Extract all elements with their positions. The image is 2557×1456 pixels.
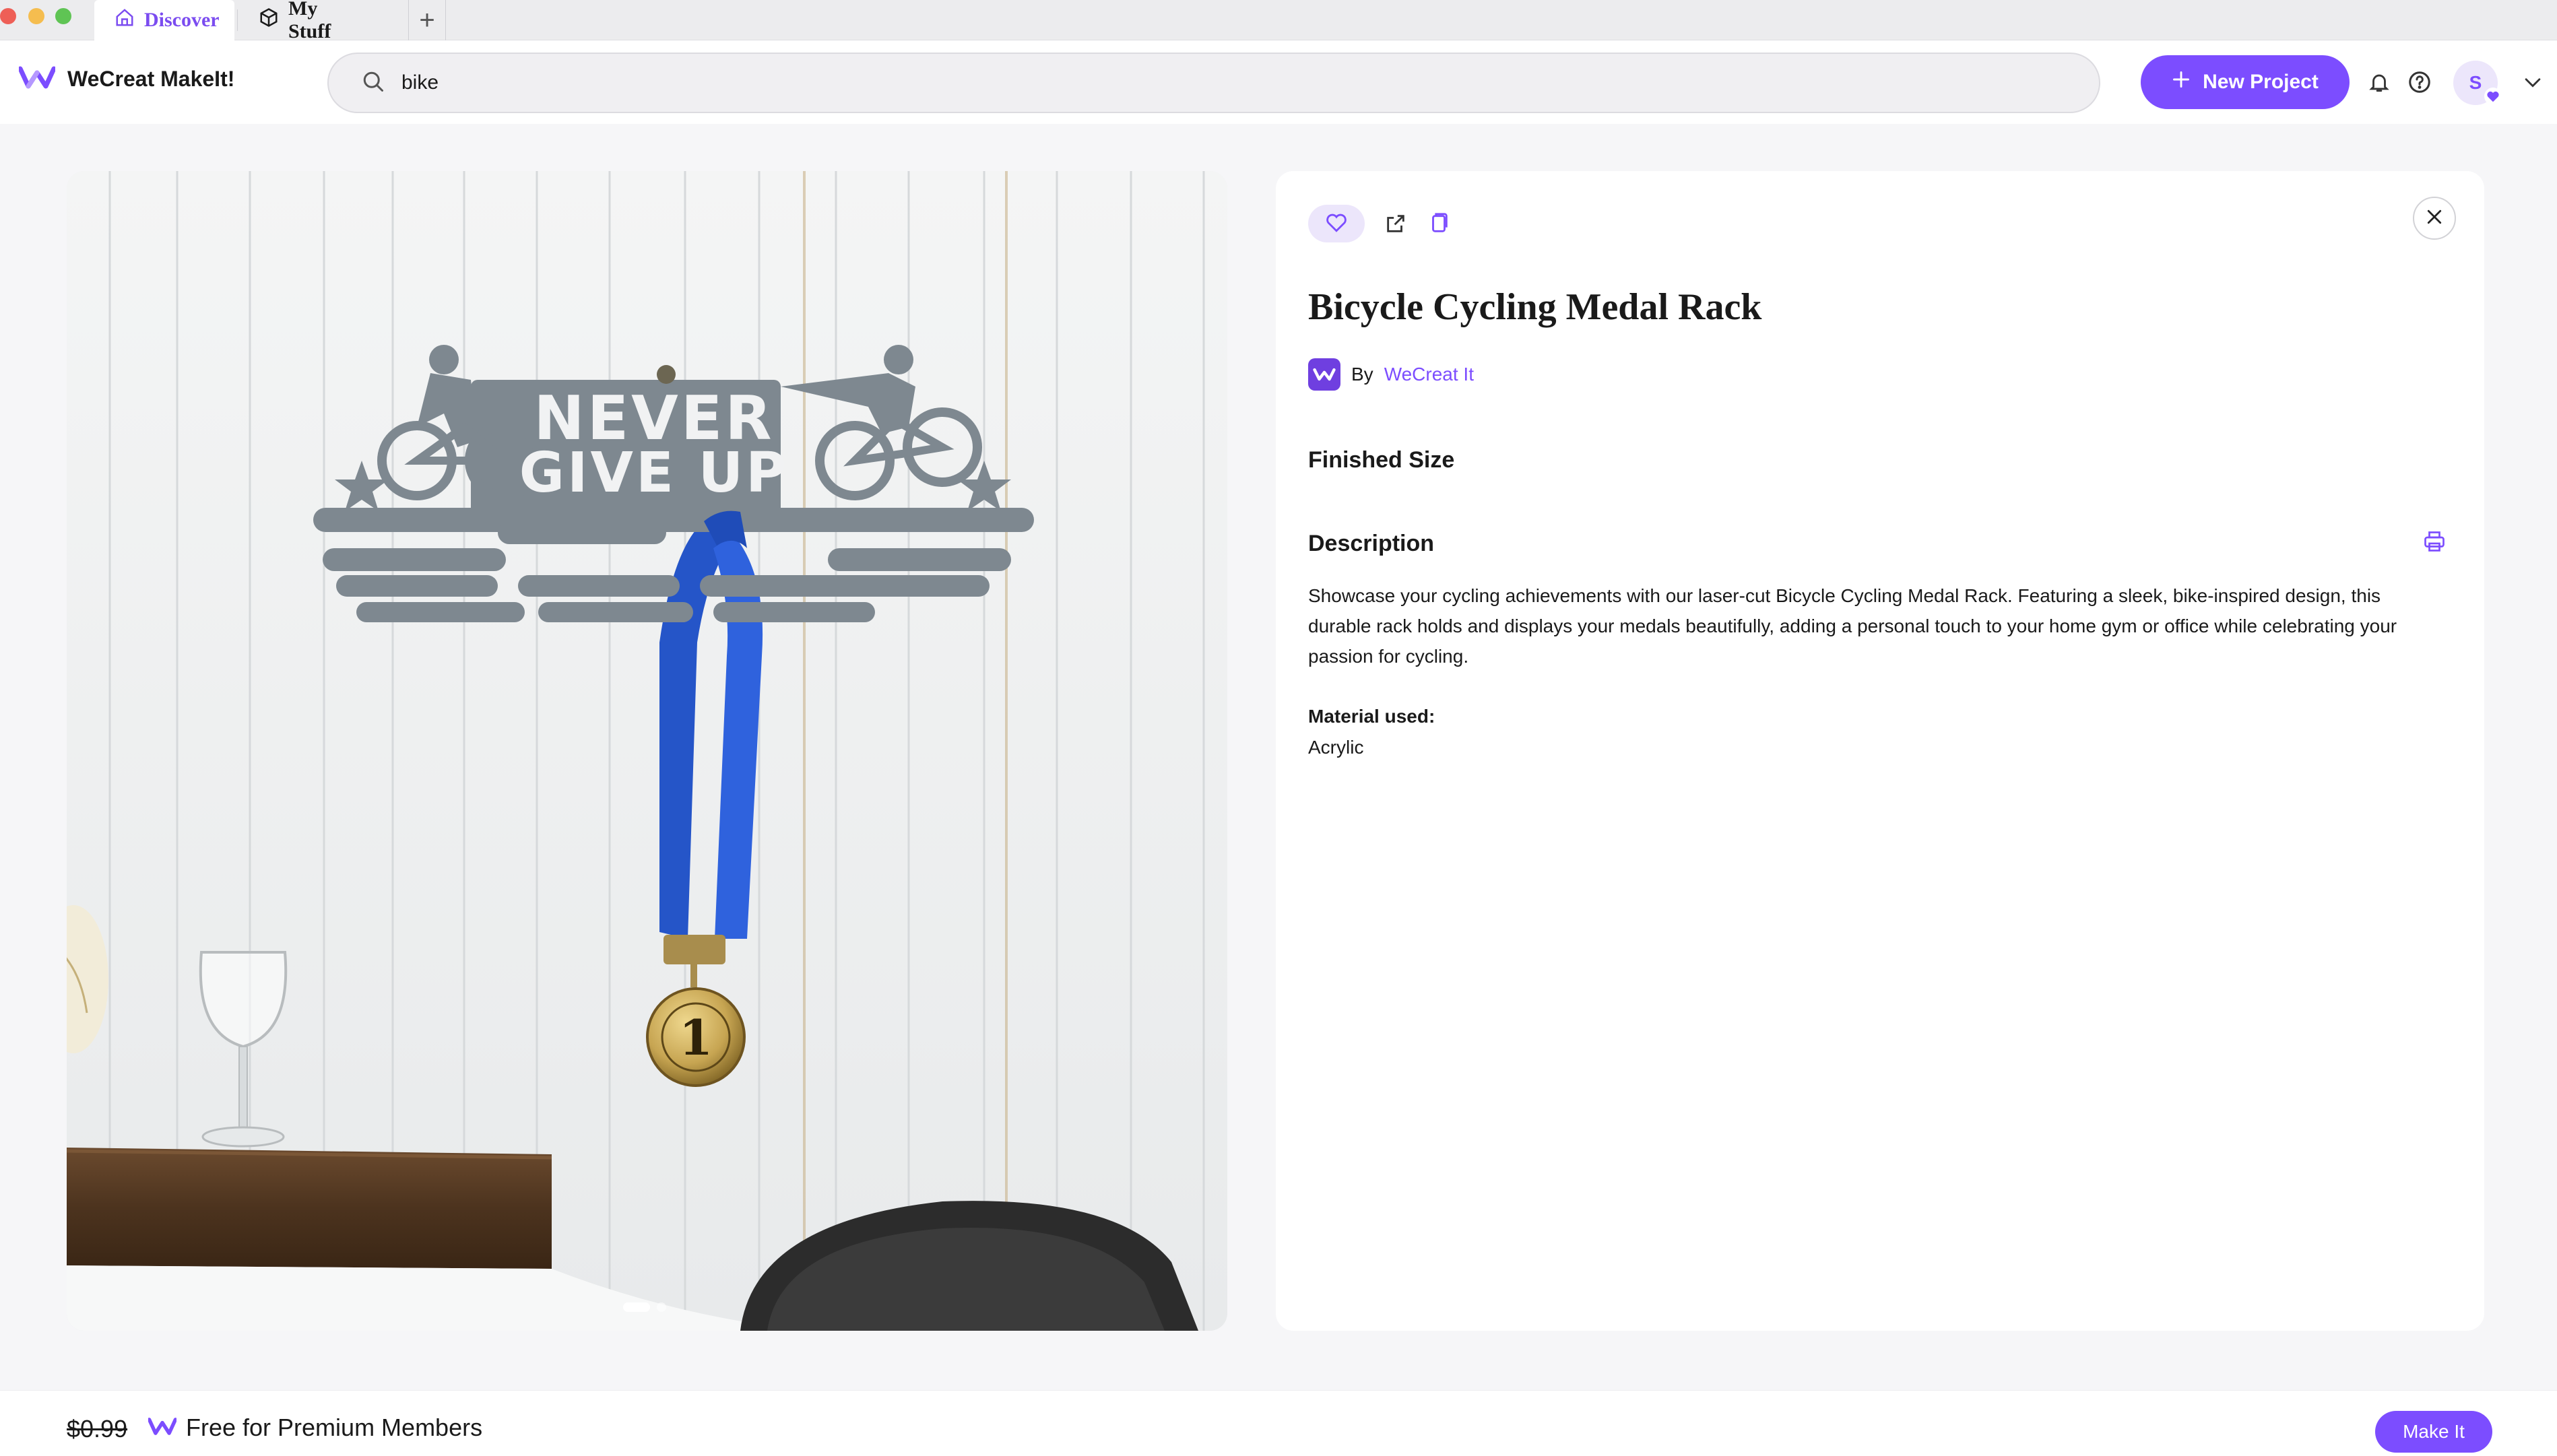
brand-name: WeCreat MakeIt! xyxy=(67,67,235,91)
description-heading: Description xyxy=(1308,531,1435,556)
product-detail-panel: Bicycle Cycling Medal Rack By WeCreat It… xyxy=(1276,171,2484,1331)
premium-offer: Free for Premium Members xyxy=(147,1414,483,1442)
share-icon[interactable] xyxy=(1381,209,1411,238)
original-price: $0.99 xyxy=(67,1415,128,1443)
product-title: Bicycle Cycling Medal Rack xyxy=(1308,286,1762,328)
premium-heart-icon xyxy=(2484,88,2502,105)
by-label: By xyxy=(1351,364,1373,385)
copy-icon[interactable] xyxy=(1424,209,1454,238)
new-tab-button[interactable]: + xyxy=(408,0,446,40)
like-button[interactable] xyxy=(1308,205,1365,242)
carousel-dot[interactable] xyxy=(657,1302,666,1312)
search-icon xyxy=(361,69,385,97)
close-button[interactable] xyxy=(2413,197,2456,240)
minimize-window-button[interactable] xyxy=(28,8,44,24)
title-bar: Discover My Stuff + xyxy=(0,0,2557,42)
new-project-label: New Project xyxy=(2203,71,2319,93)
tab-label: Discover xyxy=(144,9,220,31)
product-image-carousel[interactable]: NEVER GIVE UP 1 xyxy=(67,171,1227,1331)
maximize-window-button[interactable] xyxy=(55,8,71,24)
premium-label: Free for Premium Members xyxy=(186,1414,483,1441)
medal-number: 1 xyxy=(679,1009,713,1066)
home-icon xyxy=(115,7,135,33)
search-bar[interactable] xyxy=(327,53,2100,113)
material-label: Material used: xyxy=(1308,706,1435,727)
chevron-down-icon[interactable] xyxy=(2518,67,2548,97)
heart-icon xyxy=(1325,211,1348,236)
bell-icon[interactable] xyxy=(2364,67,2394,97)
purchase-bar: $0.99 Free for Premium Members Make It xyxy=(0,1390,2557,1456)
new-project-button[interactable]: New Project xyxy=(2141,55,2350,109)
carousel-dot-active[interactable] xyxy=(623,1302,650,1312)
box-icon xyxy=(259,7,279,33)
author-link[interactable]: WeCreat It xyxy=(1384,364,1474,385)
search-input[interactable] xyxy=(401,71,2018,94)
material-value: Acrylic xyxy=(1308,737,1364,758)
author-row: By WeCreat It xyxy=(1308,358,1474,391)
wecreat-logo-icon xyxy=(147,1414,178,1442)
help-icon[interactable] xyxy=(2405,67,2434,97)
carousel-indicators xyxy=(623,1302,666,1312)
tab-discover[interactable]: Discover xyxy=(94,0,234,40)
plus-icon xyxy=(2172,70,2191,94)
finished-size-heading: Finished Size xyxy=(1308,447,1455,473)
sign-text-line-2: GIVE UP xyxy=(519,441,789,505)
author-logo-icon xyxy=(1308,358,1340,391)
print-icon[interactable] xyxy=(2422,529,2449,556)
tab-divider xyxy=(237,9,238,31)
tab-my-stuff[interactable]: My Stuff xyxy=(238,0,384,42)
app-header: WeCreat MakeIt! New Project S xyxy=(0,40,2557,124)
brand[interactable]: WeCreat MakeIt! xyxy=(18,66,235,92)
make-it-button[interactable]: Make It xyxy=(2375,1411,2492,1453)
wecreat-logo-icon xyxy=(18,66,57,92)
close-window-button[interactable] xyxy=(0,8,16,24)
close-icon xyxy=(2424,207,2445,230)
product-description: Showcase your cycling achievements with … xyxy=(1308,585,2397,667)
product-photo: NEVER GIVE UP 1 xyxy=(67,171,1227,1331)
tab-label: My Stuff xyxy=(288,0,331,42)
